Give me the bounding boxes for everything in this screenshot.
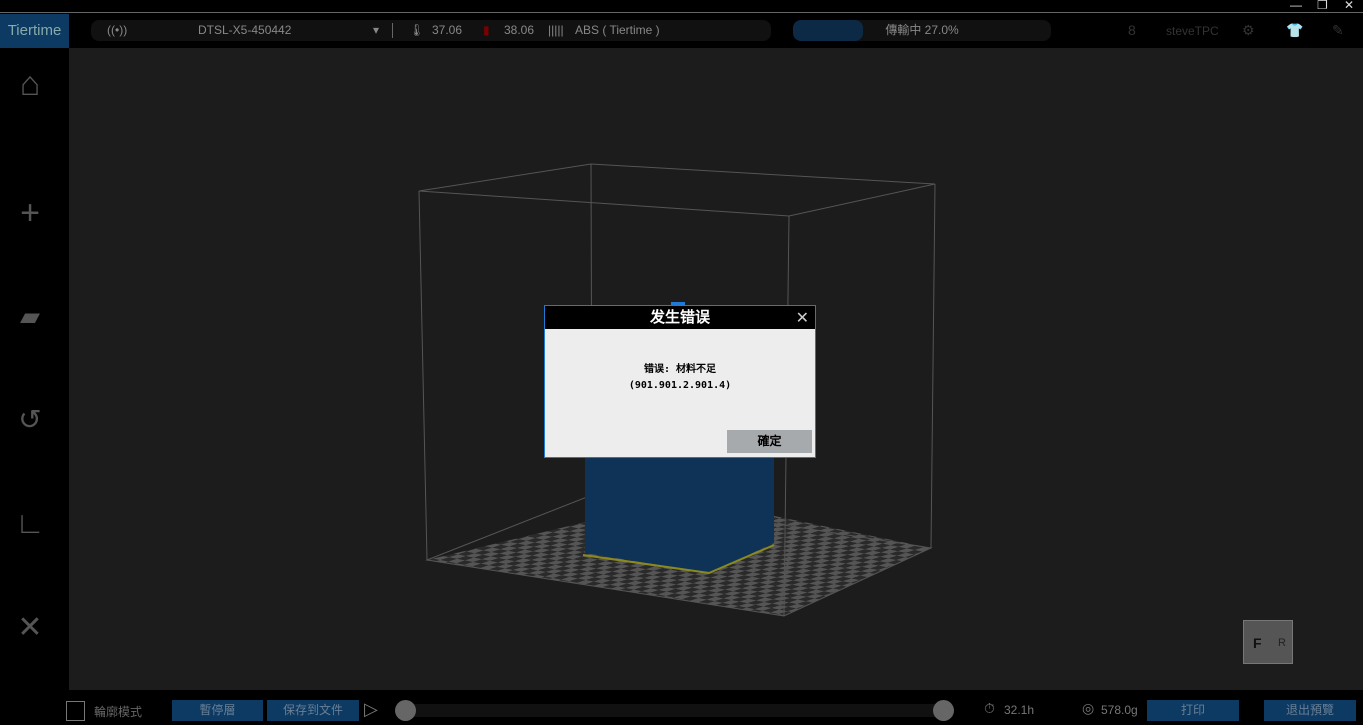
view-cube-front[interactable]: F	[1253, 635, 1262, 651]
close-window-button[interactable]: ✕	[1344, 0, 1354, 12]
printer-dropdown-chevron-icon[interactable]: ▾	[373, 20, 379, 41]
error-code: (901.901.2.901.4)	[628, 380, 732, 391]
material-barcode-icon: |||||	[548, 23, 564, 37]
outline-mode-label: 輪廓模式	[94, 705, 143, 719]
material-weight: 578.0g	[1101, 703, 1138, 717]
layer-slider-end-handle[interactable]	[933, 700, 954, 721]
exit-preview-button[interactable]: 退出預覽	[1264, 700, 1356, 721]
layer-slider-start-handle[interactable]	[395, 700, 416, 721]
ok-button[interactable]: 確定	[727, 430, 812, 453]
user-icon[interactable]: 8	[1128, 22, 1136, 38]
layer-slider-track[interactable]	[397, 704, 952, 717]
nozzle-temp: 37.06	[432, 23, 463, 37]
top-bar: Tiertime ((•)) DTSL-X5-450442 ▾ 🌡 37.06 …	[0, 14, 1363, 48]
dialog-title-bar: 发生错误 ✕	[545, 306, 815, 329]
clock-icon: ⏱	[984, 700, 995, 716]
edit-document-icon[interactable]: ✎	[1332, 22, 1344, 39]
sidebar: ⌂ + ▰ ↺ ∟ ✕	[0, 48, 69, 690]
minimize-button[interactable]: —	[1290, 0, 1302, 12]
save-to-file-button[interactable]: 保存到文件	[267, 700, 359, 721]
filament-spool-icon: ◎	[1082, 700, 1095, 716]
view-cube-right[interactable]: R	[1278, 637, 1286, 649]
rotate-icon[interactable]: ↺	[10, 400, 50, 440]
view-cube[interactable]: F R	[1243, 620, 1293, 664]
transfer-status: 傳輸中 27.0%	[885, 23, 959, 37]
bed-thermometer-icon: ▮	[483, 23, 490, 37]
printer-status-bar: ((•)) DTSL-X5-450442 ▾ 🌡 37.06 ▮ 38.06 |…	[91, 20, 771, 41]
bed-temp: 38.06	[504, 23, 535, 37]
add-icon[interactable]: +	[10, 193, 50, 233]
error-message: 错误: 材料不足	[643, 364, 717, 375]
measure-icon[interactable]: ∟	[10, 504, 50, 544]
transfer-progress-bar: 傳輸中 27.0%	[793, 20, 1051, 41]
pause-layer-button[interactable]: 暫停層	[172, 700, 263, 721]
username[interactable]: steveTPC	[1166, 24, 1219, 38]
divider	[392, 23, 393, 38]
error-dialog: 发生错误 ✕ 错误: 材料不足 (901.901.2.901.4) 確定	[544, 305, 816, 458]
tools-icon[interactable]: ✕	[10, 608, 50, 648]
dialog-message: 错误: 材料不足 (901.901.2.901.4)	[545, 362, 815, 394]
layers-icon[interactable]: ▰	[10, 296, 50, 336]
print-time: 32.1h	[1004, 703, 1035, 717]
printer-name: DTSL-X5-450442	[198, 23, 292, 37]
restore-button[interactable]: ❐	[1317, 0, 1328, 12]
print-button[interactable]: 打印	[1147, 700, 1239, 721]
window-titlebar: — ❐ ✕	[0, 0, 1363, 13]
settings-gear-icon[interactable]: ⚙	[1242, 22, 1255, 39]
play-icon[interactable]: ▷	[364, 699, 378, 720]
model	[585, 453, 774, 573]
wifi-icon: ((•))	[107, 23, 128, 37]
outline-mode-checkbox[interactable]	[66, 701, 85, 721]
material-name: ABS ( Tiertime )	[575, 23, 660, 37]
home-icon[interactable]: ⌂	[10, 64, 50, 104]
bottom-bar: 輪廓模式 暫停層 保存到文件 ▷ ⏱ 32.1h ◎ 578.0g 打印 退出預…	[0, 690, 1363, 725]
logo: Tiertime	[0, 14, 69, 48]
dialog-title: 发生错误	[649, 308, 710, 326]
nozzle-thermometer-icon: 🌡	[409, 23, 425, 37]
dialog-close-icon[interactable]: ✕	[796, 306, 809, 329]
shirt-icon[interactable]: 👕	[1286, 22, 1303, 39]
